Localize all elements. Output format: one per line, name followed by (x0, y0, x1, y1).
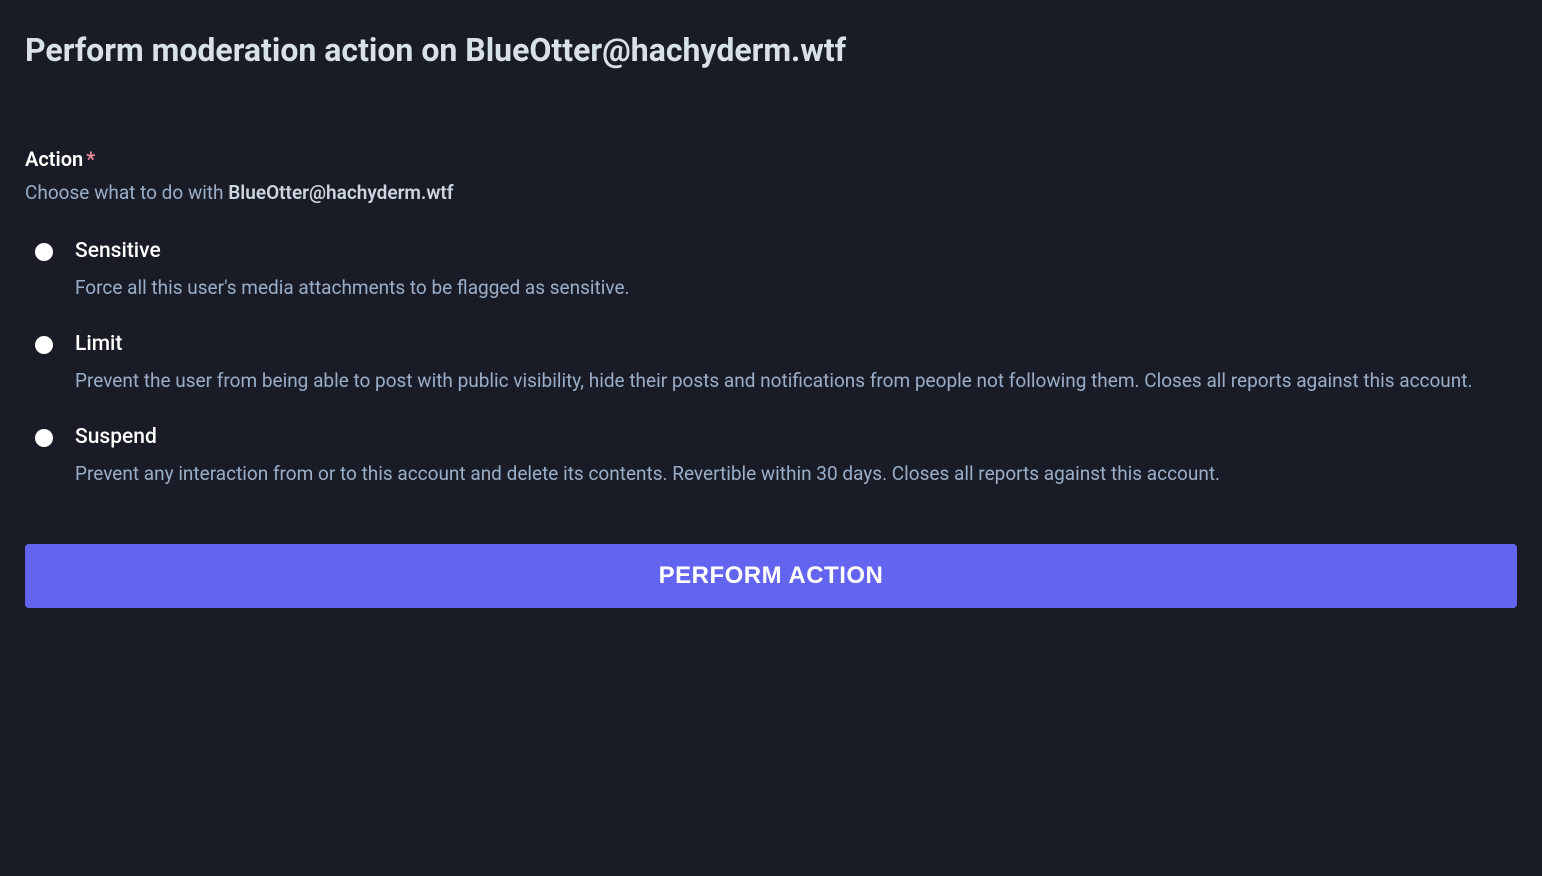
radio-content: Limit Prevent the user from being able t… (75, 332, 1517, 395)
radio-content: Sensitive Force all this user's media at… (75, 239, 1517, 302)
radio-item-sensitive[interactable]: Sensitive Force all this user's media at… (25, 239, 1517, 302)
hint-prefix: Choose what to do with (25, 181, 228, 204)
radio-input-sensitive[interactable] (35, 243, 53, 261)
action-field-label: Action* (25, 147, 1517, 171)
hint-target-account: BlueOtter@hachyderm.wtf (228, 181, 453, 204)
action-radio-group: Sensitive Force all this user's media at… (25, 239, 1517, 489)
radio-description-sensitive: Force all this user's media attachments … (75, 273, 1517, 302)
radio-label-suspend[interactable]: Suspend (75, 425, 1517, 449)
radio-description-suspend: Prevent any interaction from or to this … (75, 459, 1517, 488)
radio-label-limit[interactable]: Limit (75, 332, 1517, 356)
radio-description-limit: Prevent the user from being able to post… (75, 366, 1517, 395)
radio-content: Suspend Prevent any interaction from or … (75, 425, 1517, 488)
radio-input-suspend[interactable] (35, 429, 53, 447)
radio-label-sensitive[interactable]: Sensitive (75, 239, 1517, 263)
page-title: Perform moderation action on BlueOtter@h… (25, 30, 1517, 72)
perform-action-button[interactable]: PERFORM ACTION (25, 544, 1517, 608)
required-asterisk: * (86, 147, 95, 171)
radio-item-limit[interactable]: Limit Prevent the user from being able t… (25, 332, 1517, 395)
radio-input-limit[interactable] (35, 336, 53, 354)
radio-item-suspend[interactable]: Suspend Prevent any interaction from or … (25, 425, 1517, 488)
action-field-hint: Choose what to do with BlueOtter@hachyde… (25, 181, 1517, 204)
action-label-text: Action (25, 147, 83, 171)
